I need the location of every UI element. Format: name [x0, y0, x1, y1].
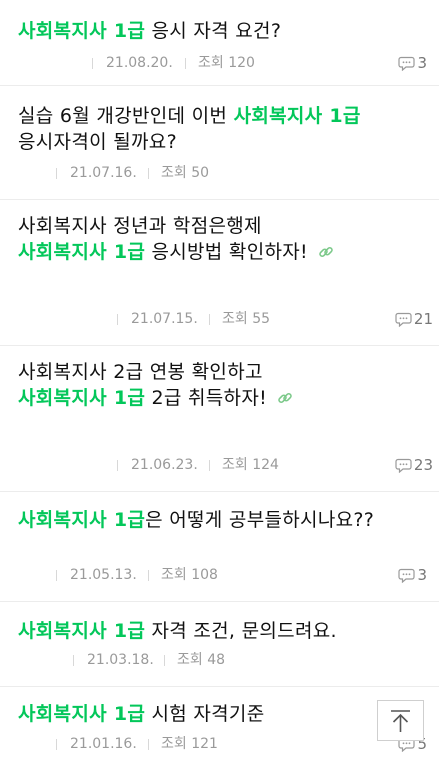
separator [209, 460, 210, 471]
scroll-to-top-button[interactable] [377, 700, 424, 741]
divider [0, 345, 439, 346]
separator [148, 570, 149, 581]
post-meta: 21.06.23. 조회 124 23 [0, 455, 439, 475]
comment-icon [398, 56, 416, 71]
divider [0, 491, 439, 492]
separator [185, 58, 186, 69]
post-title[interactable]: 사회복지사 1급 시험 자격기준 [18, 701, 411, 727]
separator [148, 168, 149, 179]
separator [56, 739, 57, 750]
post-date: 21.07.15. [131, 311, 198, 327]
separator [209, 314, 210, 325]
post-title[interactable]: 사회복지사 1급 자격 조건, 문의드려요. [18, 618, 411, 644]
post-title[interactable]: 사회복지사 정년과 학점은행제 사회복지사 1급 응시방법 확인하자! [18, 213, 339, 265]
post-meta: 21.07.15. 조회 55 21 [0, 309, 439, 329]
view-count: 조회 55 [222, 311, 271, 327]
post-title[interactable]: 실습 6월 개강반인데 이번 사회복지사 1급 응시자격이 될까요? [18, 103, 411, 155]
arrow-up-to-top-icon [391, 710, 410, 732]
divider [0, 85, 439, 86]
post-date: 21.05.13. [70, 567, 137, 583]
separator [73, 655, 74, 666]
view-count: 조회 48 [177, 652, 226, 668]
comment-icon [398, 568, 416, 583]
comment-count[interactable]: 23 [395, 455, 433, 476]
post-meta: 21.03.18. 조회 48 [0, 650, 439, 670]
divider [0, 686, 439, 687]
view-count: 조회 108 [161, 567, 218, 583]
post-meta: 21.08.20. 조회 120 3 [0, 53, 439, 73]
comment-icon [395, 312, 412, 327]
post-date: 21.03.18. [87, 652, 154, 668]
comment-count[interactable]: 3 [398, 565, 427, 586]
post-date: 21.06.23. [131, 457, 198, 473]
view-count: 조회 121 [161, 736, 218, 752]
separator [56, 570, 57, 581]
post-date: 21.01.16. [70, 736, 137, 752]
post-meta: 21.07.16. 조회 50 [0, 163, 439, 183]
view-count: 조회 124 [222, 457, 279, 473]
post-title[interactable]: 사회복지사 1급 응시 자격 요건? [18, 18, 411, 44]
post-title[interactable]: 사회복지사 1급은 어떻게 공부들하시나요?? [18, 507, 399, 533]
link-icon [319, 246, 334, 258]
separator [56, 168, 57, 179]
post-title[interactable]: 사회복지사 2급 연봉 확인하고 사회복지사 1급 2급 취득하자! [18, 359, 339, 411]
separator [117, 314, 118, 325]
view-count: 조회 50 [161, 165, 210, 181]
separator [164, 655, 165, 666]
divider [0, 601, 439, 602]
separator [92, 58, 93, 69]
separator [148, 739, 149, 750]
post-date: 21.08.20. [106, 55, 173, 71]
post-date: 21.07.16. [70, 165, 137, 181]
comment-count[interactable]: 21 [395, 309, 433, 330]
comment-count[interactable]: 3 [398, 53, 427, 74]
post-meta: 21.01.16. 조회 121 5 [0, 734, 439, 754]
link-icon [278, 392, 293, 404]
view-count: 조회 120 [198, 55, 255, 71]
post-meta: 21.05.13. 조회 108 3 [0, 565, 439, 585]
comment-icon [395, 458, 412, 473]
separator [117, 460, 118, 471]
divider [0, 199, 439, 200]
